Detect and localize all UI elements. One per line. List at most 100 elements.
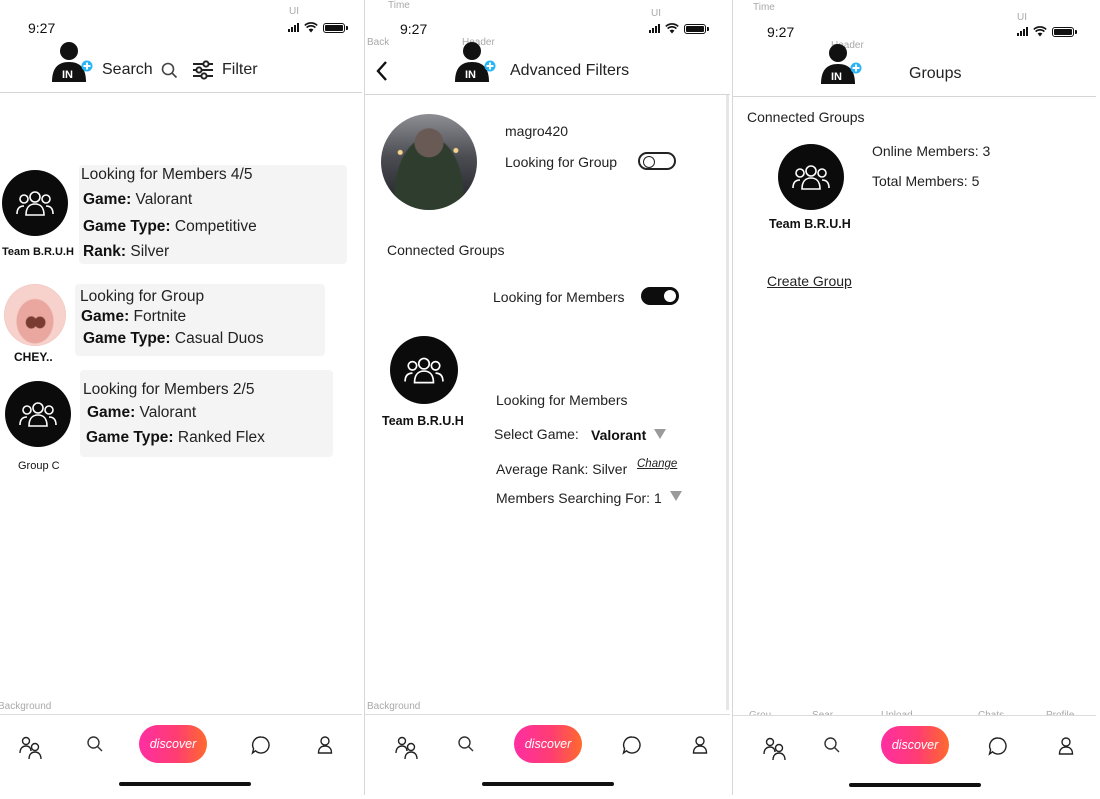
- members-dropdown-icon[interactable]: [670, 491, 682, 501]
- online-members: Online Members: 3: [872, 143, 991, 159]
- status-icons: [288, 22, 348, 33]
- background-label: Background: [367, 701, 421, 712]
- wifi-icon: [665, 23, 679, 34]
- ui-label: UI: [651, 8, 661, 19]
- select-game-value[interactable]: Valorant: [591, 427, 646, 443]
- group-people-icon: [792, 165, 830, 190]
- card-game-type: Game Type: Competitive: [83, 218, 257, 235]
- signal-icon: [649, 24, 660, 33]
- battery-icon: [684, 23, 709, 34]
- background-label: Background: [0, 701, 52, 712]
- lfm-card[interactable]: Looking for Members 2/5 Game: Valorant G…: [80, 370, 333, 457]
- home-indicator: [482, 782, 614, 786]
- card-game: Game: Valorant: [87, 404, 197, 421]
- ui-label: UI: [1017, 12, 1027, 23]
- card-game: Game: Fortnite: [81, 308, 187, 325]
- select-game-label: Select Game:: [494, 426, 579, 442]
- members-searching: Members Searching For: 1: [496, 490, 662, 506]
- home-indicator: [849, 783, 981, 787]
- app-logo-icon: IN: [455, 42, 496, 82]
- search-icon[interactable]: [161, 62, 178, 79]
- group-avatar[interactable]: [390, 336, 458, 404]
- group-avatar[interactable]: [2, 170, 68, 236]
- svg-text:IN: IN: [62, 69, 73, 81]
- lfm-card[interactable]: Looking for Members 4/5 Game: Valorant G…: [79, 165, 347, 264]
- search-label[interactable]: Search: [102, 61, 153, 79]
- username: magro420: [505, 123, 569, 139]
- back-label: Back: [367, 37, 390, 48]
- app-logo-icon: IN: [52, 42, 93, 82]
- avatar-label: CHEY..: [14, 350, 53, 364]
- search-tab-icon[interactable]: [86, 735, 104, 753]
- header-divider: [365, 94, 730, 95]
- game-dropdown-icon[interactable]: [654, 429, 666, 439]
- change-rank-link[interactable]: Change: [637, 458, 677, 470]
- lfg-card[interactable]: Looking for Group Game: Fortnite Game Ty…: [75, 284, 325, 356]
- page-title: Groups: [909, 65, 962, 82]
- tab-bar: discover: [0, 714, 362, 772]
- profile-icon[interactable]: [1058, 736, 1074, 756]
- card-title: Looking for Members 4/5: [81, 166, 253, 183]
- groups-screen: Time Header 9:27 UI IN Groups Connected …: [732, 0, 1096, 795]
- create-group-link[interactable]: Create Group: [767, 273, 852, 289]
- chat-icon[interactable]: [988, 736, 1008, 756]
- groups-icon[interactable]: [395, 735, 419, 759]
- filter-icon[interactable]: [192, 60, 214, 80]
- status-icons: [649, 23, 709, 34]
- user-profile-photo[interactable]: [381, 114, 477, 210]
- card-rank: Rank: Silver: [83, 243, 170, 260]
- group-avatar[interactable]: [5, 381, 71, 447]
- group-name: Team B.R.U.H: [382, 414, 464, 428]
- battery-icon: [1052, 26, 1077, 37]
- profile-icon[interactable]: [692, 735, 708, 755]
- card-game-type: Game Type: Casual Duos: [83, 330, 264, 347]
- tab-bar: discover: [365, 714, 730, 772]
- time-label: Time: [753, 2, 775, 13]
- groups-icon[interactable]: [19, 735, 43, 759]
- signal-icon: [1017, 27, 1028, 36]
- connected-groups-heading: Connected Groups: [387, 242, 505, 258]
- signal-icon: [288, 23, 299, 32]
- search-tab-icon[interactable]: [457, 735, 475, 753]
- user-avatar-photo[interactable]: [4, 284, 66, 346]
- looking-for-members-toggle[interactable]: [641, 287, 679, 305]
- svg-text:IN: IN: [831, 71, 842, 83]
- card-game-type: Game Type: Ranked Flex: [86, 429, 265, 446]
- discover-button[interactable]: discover: [881, 726, 949, 764]
- group-people-icon: [19, 402, 57, 427]
- avatar-label: Group C: [18, 460, 60, 472]
- group-avatar[interactable]: [778, 144, 844, 210]
- card-game: Game: Valorant: [83, 191, 193, 208]
- app-logo-icon: IN: [821, 44, 862, 84]
- group-name: Team B.R.U.H: [769, 217, 851, 231]
- lfm-heading: Looking for Members: [496, 392, 628, 408]
- profile-icon[interactable]: [317, 735, 333, 755]
- connected-groups-heading: Connected Groups: [747, 109, 865, 125]
- average-rank: Average Rank: Silver: [496, 461, 628, 477]
- status-time: 9:27: [400, 21, 428, 37]
- chat-icon[interactable]: [622, 735, 642, 755]
- group-people-icon: [404, 357, 444, 384]
- status-time: 9:27: [28, 20, 56, 36]
- groups-icon[interactable]: [763, 736, 787, 760]
- battery-icon: [323, 22, 348, 33]
- header-divider: [0, 92, 362, 93]
- filter-label[interactable]: Filter: [222, 61, 258, 79]
- page-title: Advanced Filters: [510, 62, 630, 79]
- svg-text:IN: IN: [465, 69, 476, 81]
- header-divider: [733, 96, 1096, 97]
- back-chevron-icon[interactable]: [375, 60, 389, 82]
- card-title: Looking for Group: [80, 288, 205, 305]
- tab-bar: discover: [733, 715, 1096, 773]
- discover-button[interactable]: discover: [514, 725, 582, 763]
- wifi-icon: [304, 22, 318, 33]
- looking-for-group-label: Looking for Group: [505, 154, 618, 170]
- discover-button[interactable]: discover: [139, 725, 207, 763]
- search-tab-icon[interactable]: [823, 736, 841, 754]
- ui-label: UI: [289, 6, 299, 17]
- status-icons: [1017, 26, 1077, 37]
- looking-for-group-toggle[interactable]: [638, 152, 676, 170]
- card-title: Looking for Members 2/5: [83, 381, 255, 398]
- chat-icon[interactable]: [251, 735, 271, 755]
- looking-for-members-label: Looking for Members: [493, 289, 625, 305]
